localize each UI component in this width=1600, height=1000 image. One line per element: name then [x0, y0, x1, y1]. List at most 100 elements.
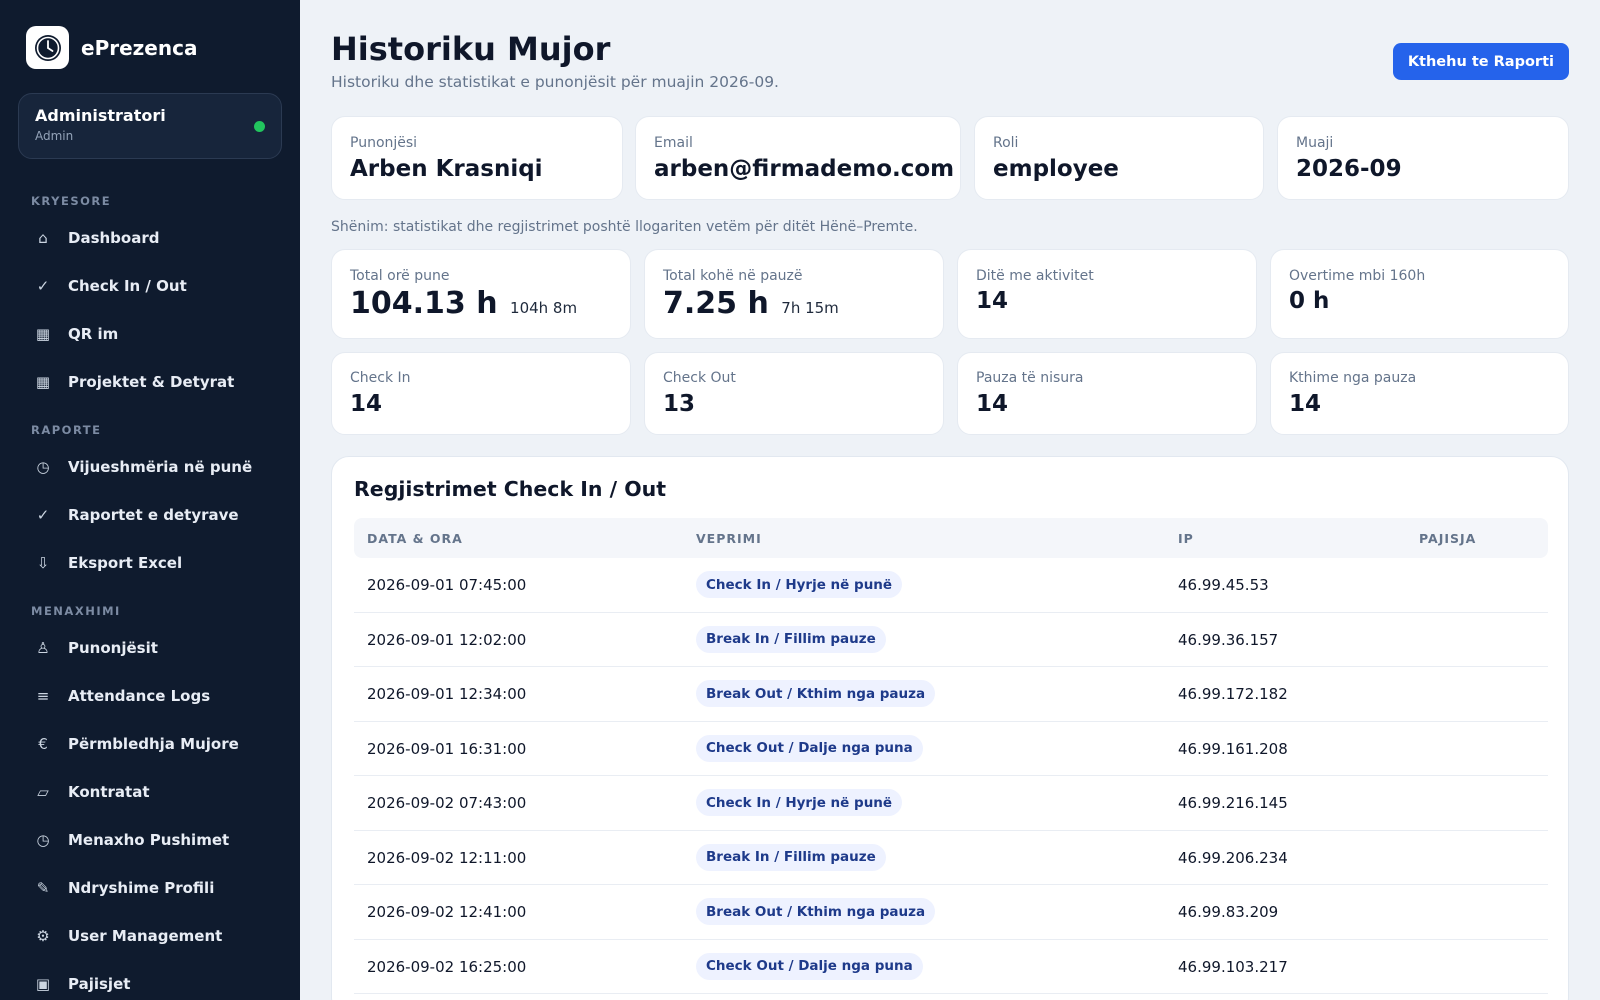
info-card-month: Muaji 2026-09: [1277, 116, 1569, 200]
table-row[interactable]: 2026-09-02 16:25:00 Check Out / Dalje ng…: [354, 940, 1548, 994]
table-title: Regjistrimet Check In / Out: [354, 477, 667, 501]
clock-logo-icon: [26, 26, 69, 69]
sidebar-item-dashboard[interactable]: ⌂ Dashboard: [18, 218, 282, 258]
sidebar-item-punonjesit[interactable]: ♙ Punonjësit: [18, 628, 282, 668]
cell-ip: 46.99.206.234: [1178, 848, 1288, 867]
sidebar-item-projektet[interactable]: ▦ Projektet & Detyrat: [18, 362, 282, 402]
column-header-datetime[interactable]: DATA & ORA: [367, 531, 463, 546]
sidebar-item-qr[interactable]: ▦ QR im: [18, 314, 282, 354]
stat-value: 14: [350, 391, 383, 417]
action-badge: Check In / Hyrje në punë: [696, 789, 903, 816]
document-icon: ▱: [37, 783, 49, 801]
sidebar-item-check-in-out[interactable]: ✓ Check In / Out: [18, 266, 282, 306]
action-badge: Check Out / Dalje nga puna: [696, 734, 923, 762]
sidebar-item-pajisjet[interactable]: ▣ Pajisjet: [18, 964, 282, 1000]
cell-ip: 46.99.172.182: [1178, 685, 1288, 703]
sidebar-item-label: Projektet & Detyrat: [68, 373, 235, 391]
gear-icon: ⚙: [36, 927, 50, 945]
stat-card-overtime: Overtime mbi 160h 0 h: [1270, 249, 1569, 339]
sidebar-item-label: Eksport Excel: [68, 554, 183, 572]
info-card-employee: Punonjësi Arben Krasniqi: [331, 116, 623, 200]
list-icon: ≡: [36, 687, 50, 705]
page-title: Historiku Mujor: [331, 30, 611, 68]
sidebar-item-vijueshmeria[interactable]: ◷ Vijueshmëria në punë: [18, 447, 282, 487]
device-icon: ▣: [35, 975, 51, 993]
table-row[interactable]: 2026-09-02 12:41:00 Break Out / Kthim ng…: [354, 885, 1548, 940]
stat-value: 0 h: [1289, 288, 1330, 314]
column-header-ip[interactable]: IP: [1178, 531, 1194, 546]
stat-card-check-in: Check In 14: [331, 352, 631, 435]
cell-datetime: 2026-09-02 16:25:00: [367, 957, 527, 976]
grid-icon: ▦: [35, 373, 51, 391]
table-row[interactable]: 2026-09-01 12:34:00 Break Out / Kthim ng…: [354, 667, 1548, 722]
qr-icon: ▦: [35, 325, 51, 343]
sidebar-item-label: Dashboard: [68, 229, 160, 247]
sidebar-item-label: Raportet e detyrave: [68, 506, 239, 524]
section-label-kryesore: KRYESORE: [31, 194, 112, 208]
column-header-device[interactable]: PAJISJA: [1419, 531, 1476, 546]
euro-icon: €: [38, 735, 48, 753]
stat-label: Kthime nga pauza: [1289, 370, 1417, 386]
sidebar-item-label: Menaxho Pushimet: [68, 831, 230, 849]
sidebar-item-label: Attendance Logs: [68, 687, 211, 705]
table-row[interactable]: 2026-09-02 12:11:00 Break In / Fillim pa…: [354, 831, 1548, 885]
pencil-icon: ✎: [36, 879, 50, 897]
cell-datetime: 2026-09-01 07:45:00: [367, 576, 527, 594]
sidebar-item-label: Punonjësit: [68, 639, 158, 657]
user-name: Administratori: [35, 106, 166, 125]
sidebar-item-menaxho-pushimet[interactable]: ◷ Menaxho Pushimet: [18, 820, 282, 860]
sidebar-item-permbledhja-mujore[interactable]: € Përmbledhja Mujore: [18, 724, 282, 764]
action-badge: Check Out / Dalje nga puna: [696, 952, 923, 980]
cell-ip: 46.99.83.209: [1178, 903, 1279, 921]
sidebar-item-attendance-logs[interactable]: ≡ Attendance Logs: [18, 676, 282, 716]
table-row[interactable]: 2026-09-01 16:31:00 Check Out / Dalje ng…: [354, 722, 1548, 776]
main-content: Historiku Mujor Historiku dhe statistika…: [331, 0, 1569, 1000]
check-icon: ✓: [36, 506, 50, 524]
user-card[interactable]: Administratori Admin: [18, 93, 282, 159]
info-label: Email: [654, 135, 693, 151]
stat-card-break-returns: Kthime nga pauza 14: [1270, 352, 1569, 435]
stat-value: 13: [663, 391, 696, 417]
download-icon: ⇩: [36, 554, 50, 572]
stat-value: 14: [976, 288, 1009, 314]
stat-label: Overtime mbi 160h: [1289, 268, 1426, 284]
sidebar-item-label: Pajisjet: [68, 975, 131, 993]
table-row[interactable]: 2026-09-01 07:45:00 Check In / Hyrje në …: [354, 558, 1548, 613]
info-value: arben@firmademo.com: [654, 156, 955, 182]
sidebar-item-label: Check In / Out: [68, 277, 187, 295]
info-value: 2026-09: [1296, 156, 1402, 182]
sidebar-item-eksport-excel[interactable]: ⇩ Eksport Excel: [18, 543, 282, 583]
cell-datetime: 2026-09-01 12:02:00: [367, 630, 527, 649]
stat-label: Check Out: [663, 370, 736, 386]
back-to-report-button[interactable]: Kthehu te Raporti: [1392, 43, 1569, 80]
info-card-email: Email arben@firmademo.com: [635, 116, 961, 200]
sidebar-item-label: Përmbledhja Mujore: [68, 735, 239, 753]
stat-card-breaks-started: Pauza të nisura 14: [957, 352, 1257, 435]
sidebar-item-user-management[interactable]: ⚙ User Management: [18, 916, 282, 956]
brand[interactable]: ePrezenca: [26, 26, 197, 69]
cell-datetime: 2026-09-02 12:11:00: [367, 848, 527, 867]
action-badge: Check In / Hyrje në punë: [696, 571, 903, 598]
sidebar-item-raportet-detyrave[interactable]: ✓ Raportet e detyrave: [18, 495, 282, 535]
sidebar-item-ndryshime-profili[interactable]: ✎ Ndryshime Profili: [18, 868, 282, 908]
table-row[interactable]: 2026-09-01 12:02:00 Break In / Fillim pa…: [354, 613, 1548, 667]
stat-label: Check In: [350, 370, 411, 386]
table-row[interactable]: 2026-09-02 07:43:00 Check In / Hyrje në …: [354, 776, 1548, 831]
records-table-card: Regjistrimet Check In / Out DATA & ORA V…: [331, 456, 1569, 1000]
check-icon: ✓: [36, 277, 50, 295]
info-label: Roli: [993, 135, 1019, 151]
stat-value: 14: [976, 391, 1009, 417]
section-label-raporte: RAPORTE: [31, 423, 102, 437]
info-value: employee: [993, 156, 1119, 182]
stat-value: 104.13 h 104h 8m: [350, 286, 578, 321]
column-header-action[interactable]: VEPRIMI: [696, 531, 762, 546]
table-header: DATA & ORA VEPRIMI IP PAJISJA: [354, 518, 1548, 558]
records-table: DATA & ORA VEPRIMI IP PAJISJA 2026-09-01…: [354, 518, 1548, 994]
stat-card-active-days: Ditë me aktivitet 14: [957, 249, 1257, 339]
sidebar-item-kontratat[interactable]: ▱ Kontratat: [18, 772, 282, 812]
sidebar-item-label: Ndryshime Profili: [68, 879, 215, 897]
stat-card-check-out: Check Out 13: [644, 352, 944, 435]
stat-card-total-work-hours: Total orë pune 104.13 h 104h 8m: [331, 249, 631, 339]
user-icon: ♙: [36, 639, 50, 657]
clock-icon: ◷: [36, 458, 50, 476]
